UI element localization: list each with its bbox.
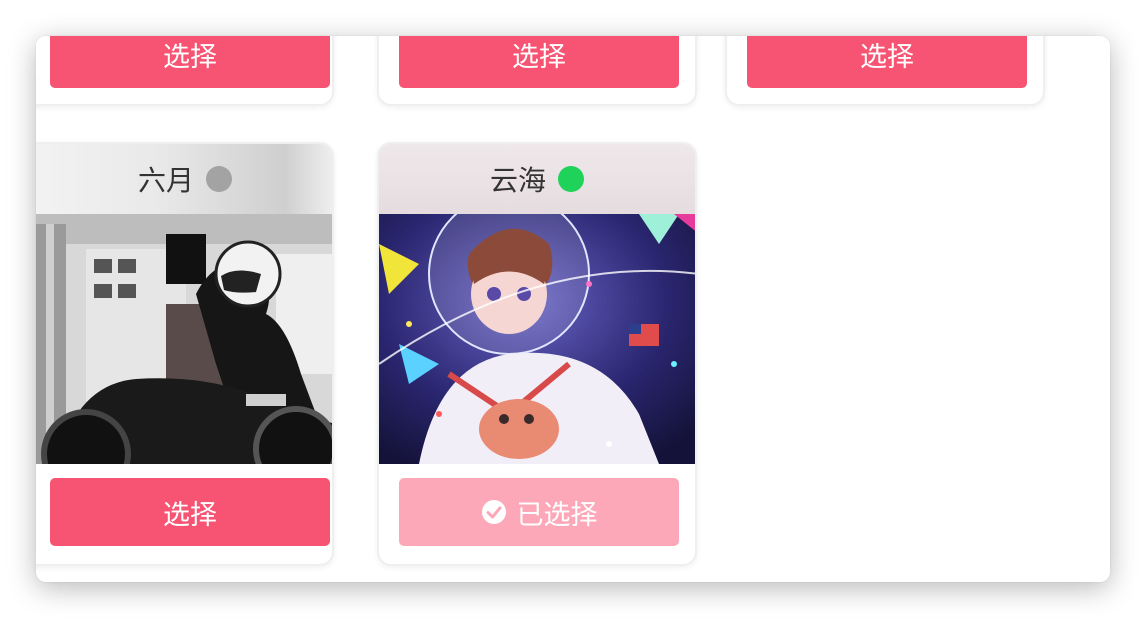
status-offline-indicator (206, 166, 232, 192)
character-select-panel: 选择 选择 选择 六月 选择 云海 已选择 (36, 36, 1110, 582)
selected-button-label: 已选择 (516, 499, 598, 531)
card-header: 云海 (379, 144, 695, 214)
select-button[interactable]: 选择 (50, 478, 330, 546)
character-image-motorcycle-rider (36, 214, 332, 464)
character-name: 六月 (137, 164, 194, 197)
select-button[interactable]: 选择 (50, 36, 330, 88)
select-button-label: 选择 (163, 499, 217, 531)
card-header: 六月 (36, 144, 332, 214)
character-card: 选择 (377, 36, 697, 106)
character-image-astronaut-girl (379, 214, 695, 464)
character-name: 云海 (489, 164, 546, 197)
character-card: 选择 (36, 36, 334, 106)
select-button-label: 选择 (163, 41, 217, 73)
selected-button[interactable]: 已选择 (399, 478, 679, 546)
check-circle-icon (481, 499, 507, 525)
status-online-indicator (558, 166, 584, 192)
select-button[interactable]: 选择 (747, 36, 1027, 88)
select-button-label: 选择 (512, 41, 566, 73)
select-button-label: 选择 (860, 41, 914, 73)
select-button[interactable]: 选择 (399, 36, 679, 88)
character-card: 选择 (725, 36, 1045, 106)
character-card-liuyue: 六月 选择 (36, 142, 334, 566)
character-card-yunhai: 云海 已选择 (377, 142, 697, 566)
